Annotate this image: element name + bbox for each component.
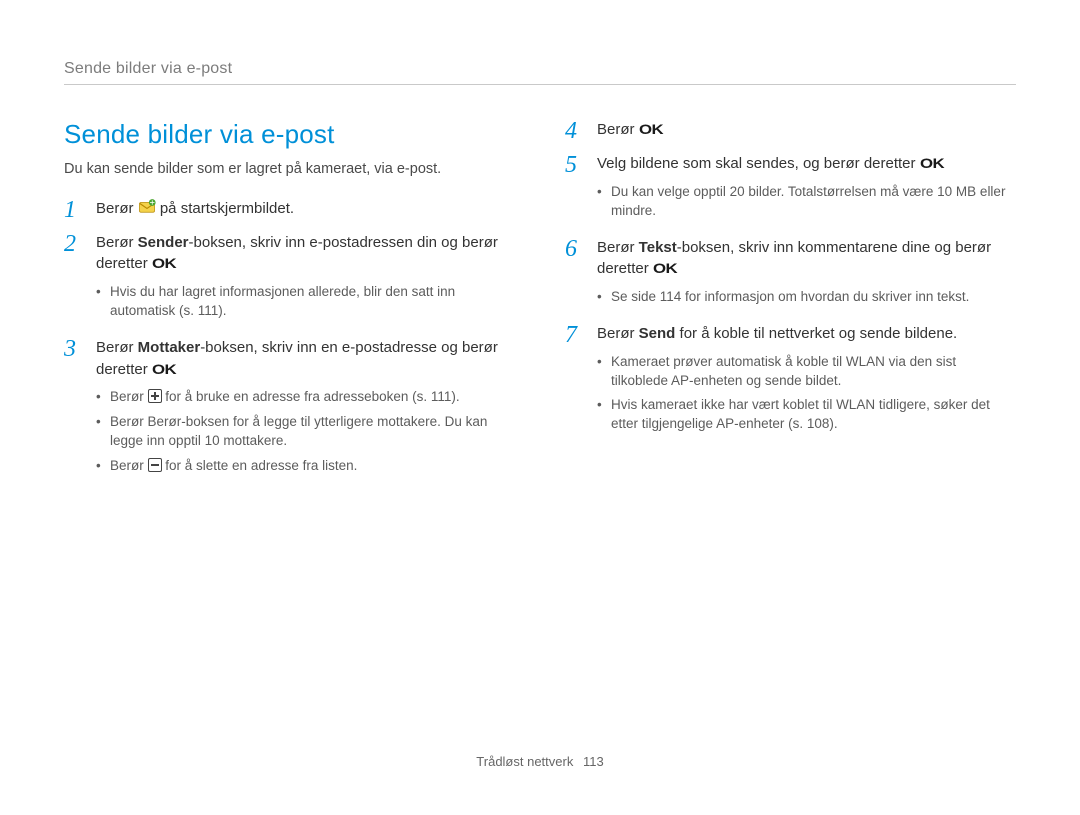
text-fragment: på startskjermbildet. (160, 200, 294, 217)
list-item: Berør for å bruke en adresse fra adresse… (96, 388, 515, 407)
list-item: Du kan velge opptil 20 bilder. Totalstør… (597, 183, 1016, 221)
section-title: Sende bilder via e-post (64, 119, 515, 150)
list-item: Kameraet prøver automatisk å koble til W… (597, 353, 1016, 391)
text-fragment: Berør (597, 121, 639, 138)
step-notes: Berør for å bruke en adresse fra adresse… (96, 388, 515, 476)
ok-icon: OK (152, 254, 176, 275)
ok-icon: OK (920, 154, 944, 175)
text-fragment: Berør (597, 239, 639, 256)
ok-icon: OK (653, 259, 677, 280)
step-notes: Du kan velge opptil 20 bilder. Totalstør… (597, 183, 1016, 221)
ok-icon: OK (152, 360, 176, 381)
text-fragment: for å koble til nettverket og sende bild… (675, 325, 957, 342)
step-text: Berør på startskjermbildet. (96, 198, 515, 220)
step-text: Berør Mottaker-boksen, skriv inn en e-po… (96, 337, 515, 381)
left-column: Sende bilder via e-post Du kan sende bil… (64, 119, 515, 492)
step-2: 2 Berør Sender-boksen, skriv inn e-posta… (64, 232, 515, 327)
step-number: 3 (64, 337, 86, 482)
step-text: Berør OK. (597, 119, 1016, 141)
step-text: Berør Send for å koble til nettverket og… (597, 323, 1016, 345)
bold-fragment: Tekst (639, 239, 677, 256)
step-number: 7 (565, 323, 587, 440)
list-item: Berør for å slette en adresse fra listen… (96, 457, 515, 476)
step-notes: Hvis du har lagret informasjonen allered… (96, 283, 515, 321)
step-3: 3 Berør Mottaker-boksen, skriv inn en e-… (64, 337, 515, 482)
text-fragment: Berør (96, 339, 138, 356)
step-1: 1 Berør på startskjermbildet. (64, 198, 515, 222)
right-column: 4 Berør OK. 5 Velg bildene som skal send… (565, 119, 1016, 492)
plus-boxed-icon (148, 389, 162, 403)
step-notes: Se side 114 for informasjon om hvordan d… (597, 288, 1016, 307)
step-notes: Kameraet prøver automatisk å koble til W… (597, 353, 1016, 435)
list-item: Se side 114 for informasjon om hvordan d… (597, 288, 1016, 307)
step-number: 4 (565, 119, 587, 143)
text-fragment: Berør (110, 414, 148, 429)
ok-icon: OK (639, 120, 663, 141)
footer-section-label: Trådløst nettverk (476, 754, 573, 769)
bold-fragment: Send (639, 325, 676, 342)
email-app-icon (138, 198, 156, 216)
list-item: Berør Berør-boksen for å legge til ytter… (96, 413, 515, 451)
bold-fragment: Mottaker (138, 339, 201, 356)
text-fragment: Velg bildene som skal sendes, og berør d… (597, 155, 920, 172)
step-number: 6 (565, 237, 587, 313)
step-text: Berør Tekst-boksen, skriv inn kommentare… (597, 237, 1016, 281)
page-footer: Trådløst nettverk 113 (0, 754, 1080, 769)
step-number: 2 (64, 232, 86, 327)
two-column-body: Sende bilder via e-post Du kan sende bil… (64, 119, 1016, 492)
text-fragment: Berør (96, 200, 138, 217)
running-header: Sende bilder via e-post (64, 60, 1016, 85)
list-item: Hvis kameraet ikke har vært koblet til W… (597, 396, 1016, 434)
bold-fragment: Sender (138, 234, 189, 251)
text-fragment: Berør (597, 325, 639, 342)
step-text: Velg bildene som skal sendes, og berør d… (597, 153, 1016, 175)
manual-page: Sende bilder via e-post Sende bilder via… (0, 0, 1080, 815)
step-number: 1 (64, 198, 86, 222)
bold-fragment: Berør (148, 414, 182, 429)
text-fragment: Berør (110, 389, 148, 404)
text-fragment: for å slette en adresse fra listen. (162, 458, 358, 473)
section-intro: Du kan sende bilder som er lagret på kam… (64, 160, 515, 180)
step-4: 4 Berør OK. (565, 119, 1016, 143)
text-fragment: for å bruke en adresse fra adresseboken … (162, 389, 460, 404)
minus-boxed-icon (148, 458, 162, 472)
step-number: 5 (565, 153, 587, 227)
page-number: 113 (583, 754, 604, 769)
step-text: Berør Sender-boksen, skriv inn e-postadr… (96, 232, 515, 276)
step-7: 7 Berør Send for å koble til nettverket … (565, 323, 1016, 440)
step-5: 5 Velg bildene som skal sendes, og berør… (565, 153, 1016, 227)
list-item: Hvis du har lagret informasjonen allered… (96, 283, 515, 321)
text-fragment: Berør (110, 458, 148, 473)
text-fragment: Berør (96, 234, 138, 251)
step-6: 6 Berør Tekst-boksen, skriv inn kommenta… (565, 237, 1016, 313)
